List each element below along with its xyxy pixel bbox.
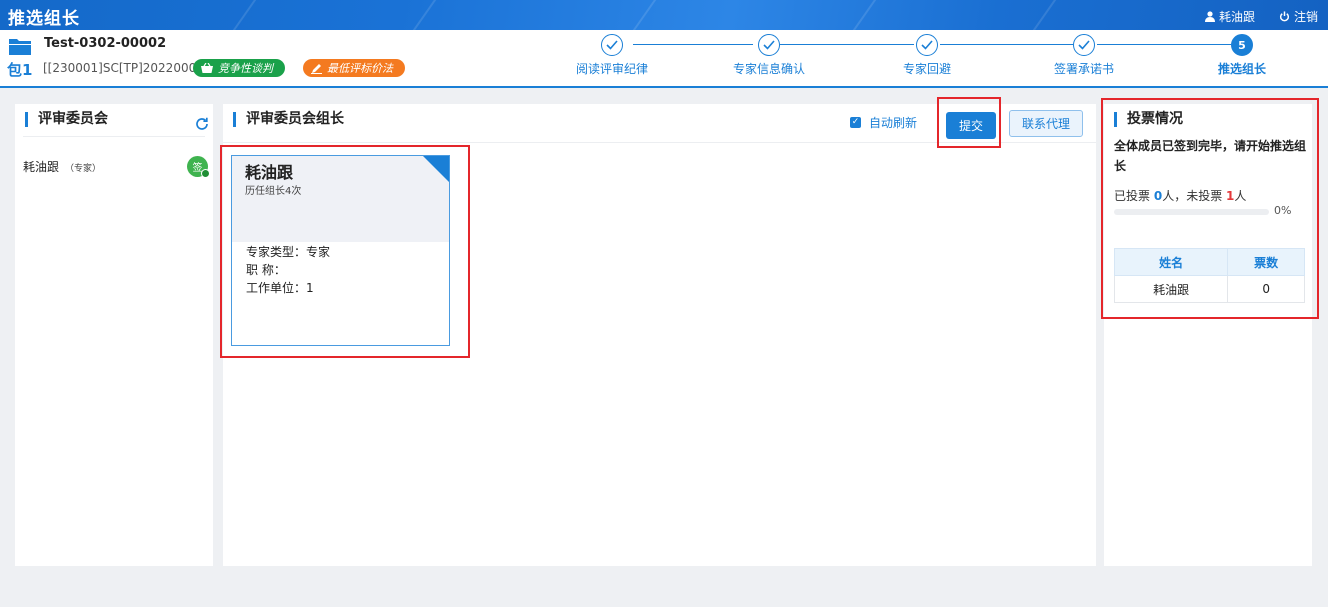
candidate-name: 耗油跟: [245, 163, 294, 182]
committee-panel: 评审委员会 耗油跟 （专家） 签: [15, 104, 213, 566]
vote-progress-bar: [1114, 209, 1269, 215]
logout-button[interactable]: 注销: [1279, 8, 1318, 25]
vote-title: 投票情况: [1114, 112, 1183, 127]
committee-title: 评审委员会: [25, 112, 108, 127]
vote-stats: 已投票 0人，未投票 1人: [1114, 189, 1247, 203]
user-menu[interactable]: 耗油跟: [1205, 8, 1255, 25]
submit-button[interactable]: 提交: [946, 112, 996, 139]
step-expert-info[interactable]: 专家信息确认: [709, 34, 829, 77]
check-icon: [763, 40, 775, 50]
app-title: 推选组长: [8, 9, 80, 29]
leader-panel: 评审委员会组长 ✓ 自动刷新 提交 联系代理 耗油跟 历任组长4次 专家类型：专…: [223, 104, 1096, 566]
project-code: [[230001]SC[TP]20220004 ]: [43, 61, 213, 75]
project-header: 包1 Test-0302-00002 [[230001]SC[TP]202200…: [0, 30, 1328, 88]
check-icon: [921, 40, 933, 50]
power-icon: [1279, 11, 1290, 22]
signed-icon: 签: [187, 156, 210, 178]
package-label: 包1: [7, 61, 33, 79]
table-row: 耗油跟 0: [1113, 275, 1305, 303]
progress-steps: 阅读评审纪律 专家信息确认 专家回避 签署承诺书 5 推选组长: [560, 30, 1320, 88]
project-title: Test-0302-00002: [44, 36, 167, 51]
check-icon: [1078, 40, 1090, 50]
checkbox-icon[interactable]: ✓: [850, 117, 861, 128]
vote-message: 全体成员已签到完毕，请开始推选组长: [1114, 139, 1307, 173]
step-elect-leader[interactable]: 5 推选组长: [1182, 34, 1302, 77]
selected-corner-icon: [423, 156, 449, 182]
folder-icon: [9, 39, 31, 55]
vote-progress-label: 0%: [1274, 204, 1292, 217]
auto-refresh-label: 自动刷新: [869, 116, 918, 130]
member-name: 耗油跟: [23, 160, 60, 174]
refresh-icon[interactable]: [195, 117, 209, 131]
auto-refresh-toggle[interactable]: ✓ 自动刷新: [850, 114, 917, 131]
voted-count: 0: [1153, 189, 1163, 203]
logout-label: 注销: [1294, 10, 1319, 24]
top-bar: 推选组长 耗油跟 注销: [0, 0, 1328, 30]
candidate-card[interactable]: 耗油跟 历任组长4次 专家类型：专家 职 称： 工作单位：1: [231, 155, 450, 346]
candidate-unit: 工作单位：1: [246, 281, 314, 295]
committee-member[interactable]: 耗油跟 （专家）: [23, 158, 101, 175]
user-icon: [1205, 11, 1215, 22]
row-name: 耗油跟: [1113, 275, 1229, 303]
basket-icon: [201, 63, 213, 73]
step-read-rules[interactable]: 阅读评审纪律: [552, 34, 672, 77]
method-badge: 竞争性谈判: [193, 59, 285, 77]
column-header-votes: 票数: [1227, 248, 1305, 276]
evaluation-badge: 最低评标价法: [303, 59, 405, 77]
check-icon: [606, 40, 618, 50]
candidate-title: 职 称：: [246, 263, 286, 277]
row-votes: 0: [1227, 275, 1305, 303]
step-commitment[interactable]: 签署承诺书: [1024, 34, 1144, 77]
vote-panel: 投票情况 全体成员已签到完毕，请开始推选组长 已投票 0人，未投票 1人 0% …: [1104, 104, 1312, 566]
step-expert-recusal[interactable]: 专家回避: [867, 34, 987, 77]
candidate-type: 专家类型：专家: [246, 245, 331, 259]
leader-title: 评审委员会组长: [233, 112, 344, 127]
member-role: （专家）: [65, 164, 102, 174]
user-name: 耗油跟: [1219, 10, 1256, 24]
pencil-icon: [311, 63, 322, 74]
column-header-name: 姓名: [1113, 248, 1229, 276]
vote-table: 姓名 票数 耗油跟 0: [1113, 248, 1305, 303]
contact-agent-button[interactable]: 联系代理: [1009, 110, 1083, 137]
candidate-history: 历任组长4次: [245, 186, 302, 197]
